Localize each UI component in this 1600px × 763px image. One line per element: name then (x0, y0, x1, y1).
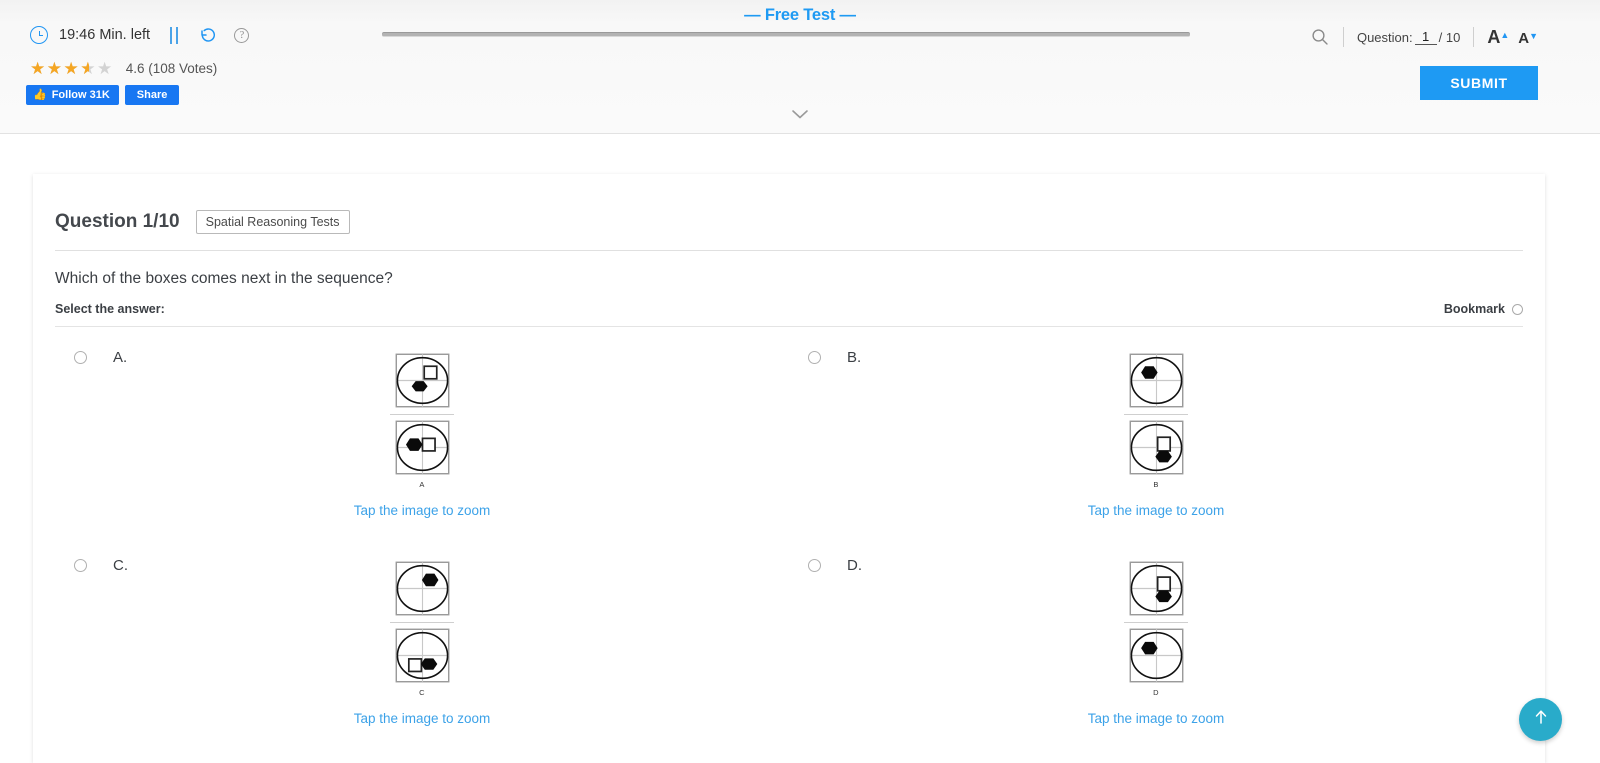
progress-bar (382, 32, 1190, 37)
option-c-radio[interactable] (74, 559, 87, 572)
submit-button[interactable]: SUBMIT (1420, 66, 1538, 100)
option-b-letter: B. (847, 349, 862, 366)
help-icon[interactable]: ? (234, 27, 250, 43)
question-card: Question 1/10 Spatial Reasoning Tests Wh… (33, 174, 1545, 763)
figure-svg (395, 561, 449, 616)
chevron-down-icon: ▼ (1529, 30, 1538, 41)
option-c-figure-divider (390, 622, 454, 623)
option-d[interactable]: D. D Tap the image to zoom (789, 535, 1523, 743)
option-d-letter: D. (847, 557, 862, 574)
chevron-up-icon: ▲ (1500, 29, 1510, 40)
figure-svg (395, 420, 449, 475)
question-category-tag[interactable]: Spatial Reasoning Tests (195, 210, 350, 234)
option-d-zoom-hint[interactable]: Tap the image to zoom (789, 711, 1523, 726)
figure-svg (1129, 561, 1183, 616)
figure-svg (395, 628, 449, 683)
option-d-figure[interactable]: D (1041, 560, 1271, 697)
option-d-figure-divider (1124, 622, 1188, 623)
timer-group: 19:46 Min. left ? (30, 25, 250, 45)
timer-text: 19:46 Min. left (59, 27, 151, 43)
social-buttons: 👍 Follow 31K Share (26, 85, 180, 106)
header-right-controls: Question: 1 / 10 A▲ A▼ (1310, 25, 1538, 49)
font-decrease-letter: A (1518, 29, 1530, 47)
rating-text: 4.6 (108 Votes) (126, 61, 218, 76)
star-icons-filled: ★★★★★ (30, 60, 89, 77)
font-decrease-button[interactable]: A▼ (1518, 30, 1538, 47)
option-c-letter: C. (113, 557, 128, 574)
star-rating[interactable]: ★★★★★ ★★★★★ (30, 60, 114, 77)
option-a-letter: A. (113, 349, 128, 366)
option-a-figure-bottom (394, 419, 451, 476)
top-toolbar: 19:46 Min. left ? — Free Test — Question… (0, 0, 1600, 134)
option-c-zoom-hint[interactable]: Tap the image to zoom (55, 711, 789, 726)
figure-svg (1129, 628, 1183, 683)
option-b-figure[interactable]: B (1041, 352, 1271, 489)
follow-label: Follow 31K (51, 89, 110, 101)
figure-svg (1129, 353, 1183, 408)
select-answer-label: Select the answer: (55, 302, 165, 316)
option-c-figure-top (394, 560, 451, 617)
scroll-to-top-button[interactable] (1519, 698, 1562, 741)
bookmark-button[interactable]: Bookmark (1444, 302, 1523, 316)
option-b-radio[interactable] (808, 351, 821, 364)
divider (1342, 27, 1344, 47)
option-b-figure-divider (1124, 414, 1188, 415)
option-a-caption: A (419, 480, 425, 489)
option-b[interactable]: B. B Tap the image to zoom (789, 327, 1523, 535)
rating-row: ★★★★★ ★★★★★ 4.6 (108 Votes) (30, 60, 217, 77)
option-d-figure-top (1128, 560, 1185, 617)
page-title: — Free Test — (744, 6, 856, 24)
thumbs-up-icon: 👍 (33, 89, 47, 101)
font-size-controls: A▲ A▼ (1487, 27, 1538, 48)
pause-icon[interactable] (170, 26, 179, 44)
figure-svg (395, 353, 449, 408)
option-c-figure-bottom (394, 627, 451, 684)
rating-value: 4.6 (125, 61, 145, 76)
font-increase-button[interactable]: A▲ (1487, 27, 1509, 48)
answer-options: A. A Tap the image to zoom B. B Tap the … (55, 327, 1523, 743)
facebook-follow-button[interactable]: 👍 Follow 31K (26, 85, 119, 106)
collapse-header-chevron-down-icon[interactable] (791, 108, 809, 123)
question-number-input[interactable]: 1 (1414, 29, 1437, 45)
option-c-caption: C (419, 688, 425, 697)
reset-icon[interactable] (198, 25, 218, 45)
option-c-figure[interactable]: C (307, 560, 537, 697)
question-total: / 10 (1438, 29, 1461, 45)
option-b-zoom-hint[interactable]: Tap the image to zoom (789, 503, 1523, 518)
option-d-caption: D (1153, 688, 1159, 697)
font-increase-letter: A (1487, 26, 1501, 47)
option-d-radio[interactable] (808, 559, 821, 572)
rating-votes: (108 Votes) (148, 61, 218, 76)
option-b-figure-top (1128, 352, 1185, 409)
question-prompt: Which of the boxes comes next in the seq… (55, 270, 393, 287)
question-heading: Question 1/10 (55, 211, 180, 232)
facebook-share-button[interactable]: Share (124, 85, 180, 106)
option-a-zoom-hint[interactable]: Tap the image to zoom (55, 503, 789, 518)
arrow-up-icon (1531, 707, 1551, 732)
search-icon[interactable] (1310, 27, 1330, 47)
bookmark-label: Bookmark (1443, 302, 1505, 316)
option-d-figure-bottom (1128, 627, 1185, 684)
option-a-figure[interactable]: A (307, 352, 537, 489)
figure-svg (1129, 420, 1183, 475)
clock-icon (30, 26, 48, 44)
question-number-label: Question: (1356, 29, 1413, 45)
divider (1473, 27, 1475, 47)
option-a-figure-divider (390, 414, 454, 415)
select-answer-row: Select the answer: Bookmark (55, 302, 1523, 316)
option-b-caption: B (1153, 480, 1159, 489)
question-header: Question 1/10 Spatial Reasoning Tests (55, 210, 1523, 234)
share-label: Share (136, 89, 168, 101)
option-a[interactable]: A. A Tap the image to zoom (55, 327, 789, 535)
option-a-figure-top (394, 352, 451, 409)
option-b-figure-bottom (1128, 419, 1185, 476)
bookmark-circle-icon (1512, 303, 1523, 315)
header-divider (55, 250, 1523, 251)
option-a-radio[interactable] (74, 351, 87, 364)
option-c[interactable]: C. C Tap the image to zoom (55, 535, 789, 743)
